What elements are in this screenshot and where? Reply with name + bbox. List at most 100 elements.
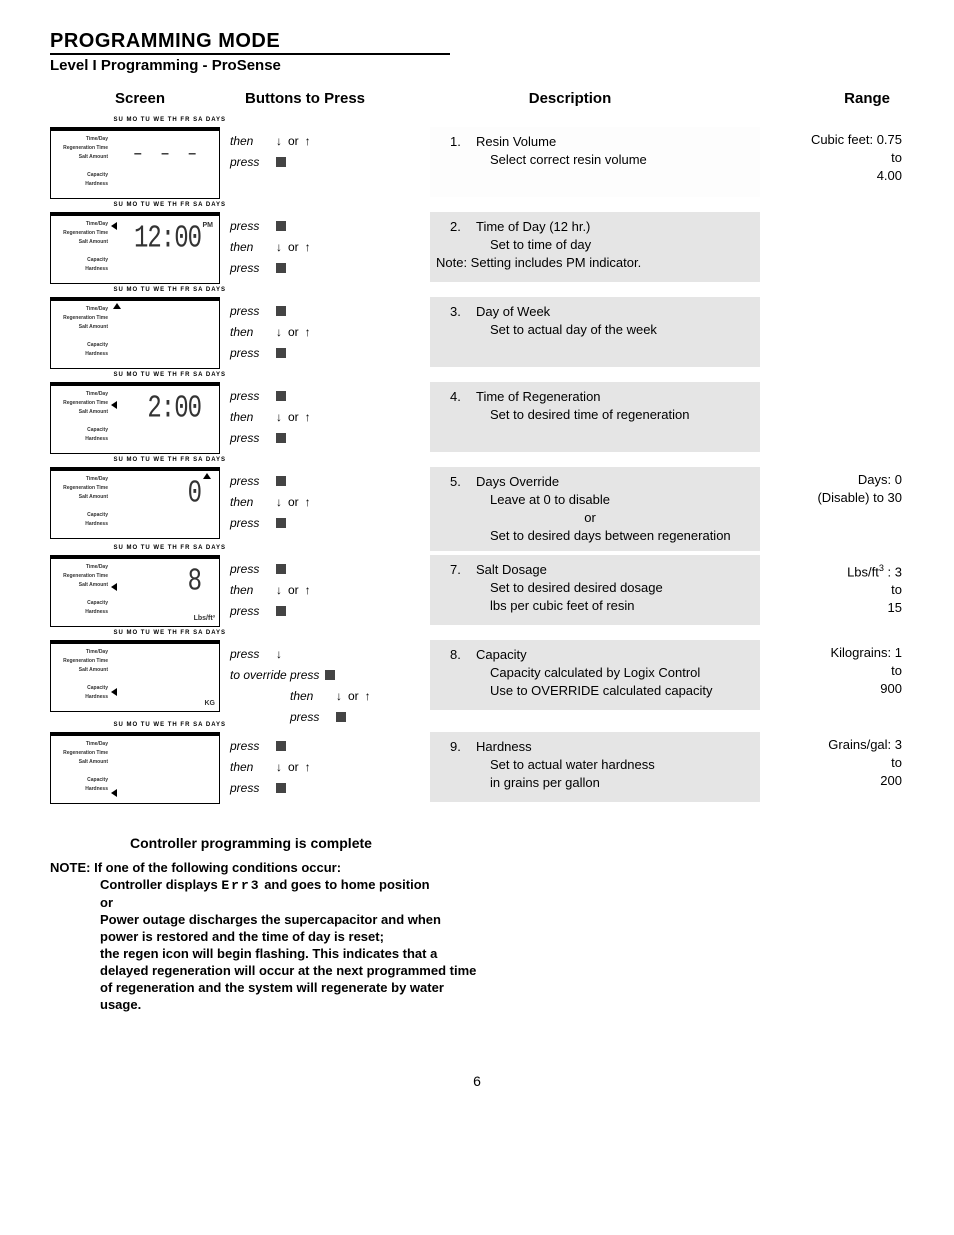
indicator-arrow-icon	[111, 789, 117, 797]
button-instruction-line: thenor	[230, 686, 430, 706]
instruction-word: or	[288, 757, 299, 777]
page-number: 6	[50, 1073, 904, 1089]
button-instruction-line: press	[230, 559, 430, 579]
instruction-word: then	[230, 757, 270, 777]
description-body: Time of Day (12 hr.)Set to time of dayNo…	[476, 218, 750, 272]
note-line2b: and goes to home position	[261, 877, 430, 892]
buttons-cell: pressto override pressthenorpress	[230, 640, 430, 728]
button-instruction-line: press	[230, 707, 430, 727]
range-cell	[760, 212, 910, 216]
screen-side-labels: Time/DayRegeneration TimeSalt AmountCapa…	[53, 648, 108, 702]
button-instruction-line: thenor	[230, 580, 430, 600]
screen-side-labels: Time/DayRegeneration TimeSalt AmountCapa…	[53, 390, 108, 444]
screen-cell: SU MO TU WE TH FR SA DAYSTime/DayRegener…	[50, 127, 230, 199]
indicator-arrow-icon	[111, 222, 117, 230]
instruction-word: press	[230, 428, 270, 448]
button-instruction-line: press	[230, 386, 430, 406]
button-instruction-line: press	[230, 152, 430, 172]
range-cell	[760, 382, 910, 386]
instruction-word: to override press	[230, 665, 319, 685]
arrow-up-icon	[305, 237, 311, 257]
arrow-down-icon	[276, 322, 282, 342]
page-title: PROGRAMMING MODE	[50, 30, 450, 55]
description-cell: 3.Day of WeekSet to actual day of the we…	[430, 297, 760, 367]
step-number: 8.	[450, 646, 476, 664]
description-cell: 5.Days OverrideLeave at 0 to disableorSe…	[430, 467, 760, 551]
step-number: 2.	[450, 218, 476, 236]
step-number: 5.	[450, 473, 476, 491]
screen-side-labels: Time/DayRegeneration TimeSalt AmountCapa…	[53, 220, 108, 274]
description-detail: Set to time of day	[476, 236, 750, 254]
arrow-down-icon	[276, 492, 282, 512]
description-detail: Set to actual water hardnessin grains pe…	[476, 756, 750, 792]
description-cell: 8.CapacityCapacity calculated by Logix C…	[430, 640, 760, 710]
instruction-word: then	[230, 407, 270, 427]
screen-cell: SU MO TU WE TH FR SA DAYSTime/DayRegener…	[50, 212, 230, 284]
range-cell: Lbs/ft3 : 3to15	[760, 555, 910, 617]
arrow-down-icon	[276, 644, 282, 664]
col-screen: Screen	[50, 90, 230, 107]
screen-cell: SU MO TU WE TH FR SA DAYSTime/DayRegener…	[50, 640, 230, 712]
range-cell: Grains/gal: 3to200	[760, 732, 910, 790]
instruction-word: or	[288, 492, 299, 512]
step-number: 9.	[450, 738, 476, 756]
note-line4: Power outage discharges the supercapacit…	[100, 911, 480, 945]
buttons-cell: pressthenorpress	[230, 555, 430, 622]
buttons-cell: thenorpress	[230, 127, 430, 173]
range-cell	[760, 297, 910, 301]
button-instruction-line: press	[230, 471, 430, 491]
button-instruction-line: thenor	[230, 237, 430, 257]
description-detail: Set to desired time of regeneration	[476, 406, 750, 424]
arrow-up-icon	[305, 131, 311, 151]
instruction-word: or	[288, 407, 299, 427]
screen-box: Time/DayRegeneration TimeSalt AmountCapa…	[50, 467, 220, 539]
screen-cell: SU MO TU WE TH FR SA DAYSTime/DayRegener…	[50, 732, 230, 804]
set-button-icon	[276, 263, 286, 273]
instruction-word: or	[348, 686, 359, 706]
instruction-word: then	[230, 322, 270, 342]
description-title: Hardness	[476, 738, 750, 756]
button-instruction-line: thenor	[230, 322, 430, 342]
screen-box: Time/DayRegeneration TimeSalt AmountCapa…	[50, 382, 220, 454]
screen-days-label: SU MO TU WE TH FR SA DAYS	[113, 372, 226, 378]
description-body: HardnessSet to actual water hardnessin g…	[476, 738, 750, 792]
set-button-icon	[276, 606, 286, 616]
description-cell: 7.Salt DosageSet to desired desired dosa…	[430, 555, 760, 625]
description-body: Salt DosageSet to desired desired dosage…	[476, 561, 750, 615]
screen-value: 2:00	[147, 392, 201, 427]
instruction-word: press	[230, 601, 270, 621]
screen-box: Time/DayRegeneration TimeSalt AmountCapa…	[50, 640, 220, 712]
buttons-cell: pressthenorpress	[230, 212, 430, 279]
description-title: Day of Week	[476, 303, 750, 321]
screen-side-labels: Time/DayRegeneration TimeSalt AmountCapa…	[53, 475, 108, 529]
instruction-word: press	[230, 386, 270, 406]
arrow-up-icon	[305, 322, 311, 342]
instruction-word: press	[290, 707, 330, 727]
screen-side-labels: Time/DayRegeneration TimeSalt AmountCapa…	[53, 135, 108, 189]
screen-value: 8	[188, 565, 201, 600]
instruction-word: press	[230, 471, 270, 491]
button-instruction-line: press	[230, 736, 430, 756]
step-row: SU MO TU WE TH FR SA DAYSTime/DayRegener…	[50, 378, 904, 463]
set-button-icon	[276, 476, 286, 486]
description-title: Time of Regeneration	[476, 388, 750, 406]
col-description: Description	[380, 90, 760, 107]
button-instruction-line: press	[230, 258, 430, 278]
instruction-word: press	[230, 301, 270, 321]
set-button-icon	[276, 306, 286, 316]
col-buttons: Buttons to Press	[230, 90, 380, 107]
button-instruction-line: press	[230, 428, 430, 448]
button-instruction-line: thenor	[230, 757, 430, 777]
screen-box: Time/DayRegeneration TimeSalt AmountCapa…	[50, 732, 220, 804]
buttons-cell: pressthenorpress	[230, 382, 430, 449]
footer-heading: Controller programming is complete	[130, 835, 904, 851]
set-button-icon	[336, 712, 346, 722]
instruction-word: then	[230, 580, 270, 600]
set-button-icon	[325, 670, 335, 680]
arrow-up-icon	[365, 686, 371, 706]
instruction-word: then	[230, 237, 270, 257]
description-detail: Leave at 0 to disableorSet to desired da…	[476, 491, 750, 545]
page-subtitle: Level I Programming - ProSense	[50, 57, 904, 74]
description-body: Resin VolumeSelect correct resin volume	[476, 133, 750, 169]
screen-unit: KG	[205, 700, 216, 707]
